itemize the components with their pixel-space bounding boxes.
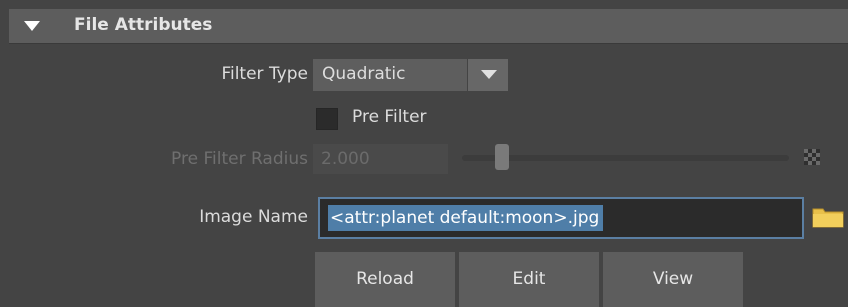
image-name-input[interactable]: <attr:planet default:moon>.jpg — [318, 197, 804, 239]
folder-icon[interactable] — [812, 206, 844, 228]
section-title: File Attributes — [74, 15, 213, 35]
view-button[interactable]: View — [603, 252, 743, 307]
image-name-label: Image Name — [199, 207, 308, 227]
slider-handle — [495, 144, 509, 170]
pre-filter-radius-label: Pre Filter Radius — [171, 149, 308, 169]
pre-filter-radius-field: 2.000 — [313, 144, 448, 174]
pre-filter-radius-slider — [462, 155, 789, 161]
pre-filter-radius-value: 2.000 — [321, 149, 370, 169]
section-header-file-attributes[interactable]: File Attributes — [9, 9, 848, 44]
pre-filter-checkbox[interactable] — [316, 108, 338, 130]
image-name-value: <attr:planet default:moon>.jpg — [328, 205, 604, 231]
checker-map-icon[interactable] — [804, 149, 820, 165]
reload-button[interactable]: Reload — [315, 252, 455, 307]
triangle-down-icon[interactable] — [24, 21, 40, 31]
filter-type-value: Quadratic — [322, 64, 406, 84]
edit-button[interactable]: Edit — [459, 252, 599, 307]
pre-filter-label: Pre Filter — [352, 107, 427, 127]
filter-type-dropdown[interactable]: Quadratic — [313, 59, 508, 91]
chevron-down-icon[interactable] — [467, 59, 508, 91]
filter-type-label: Filter Type — [221, 64, 308, 84]
